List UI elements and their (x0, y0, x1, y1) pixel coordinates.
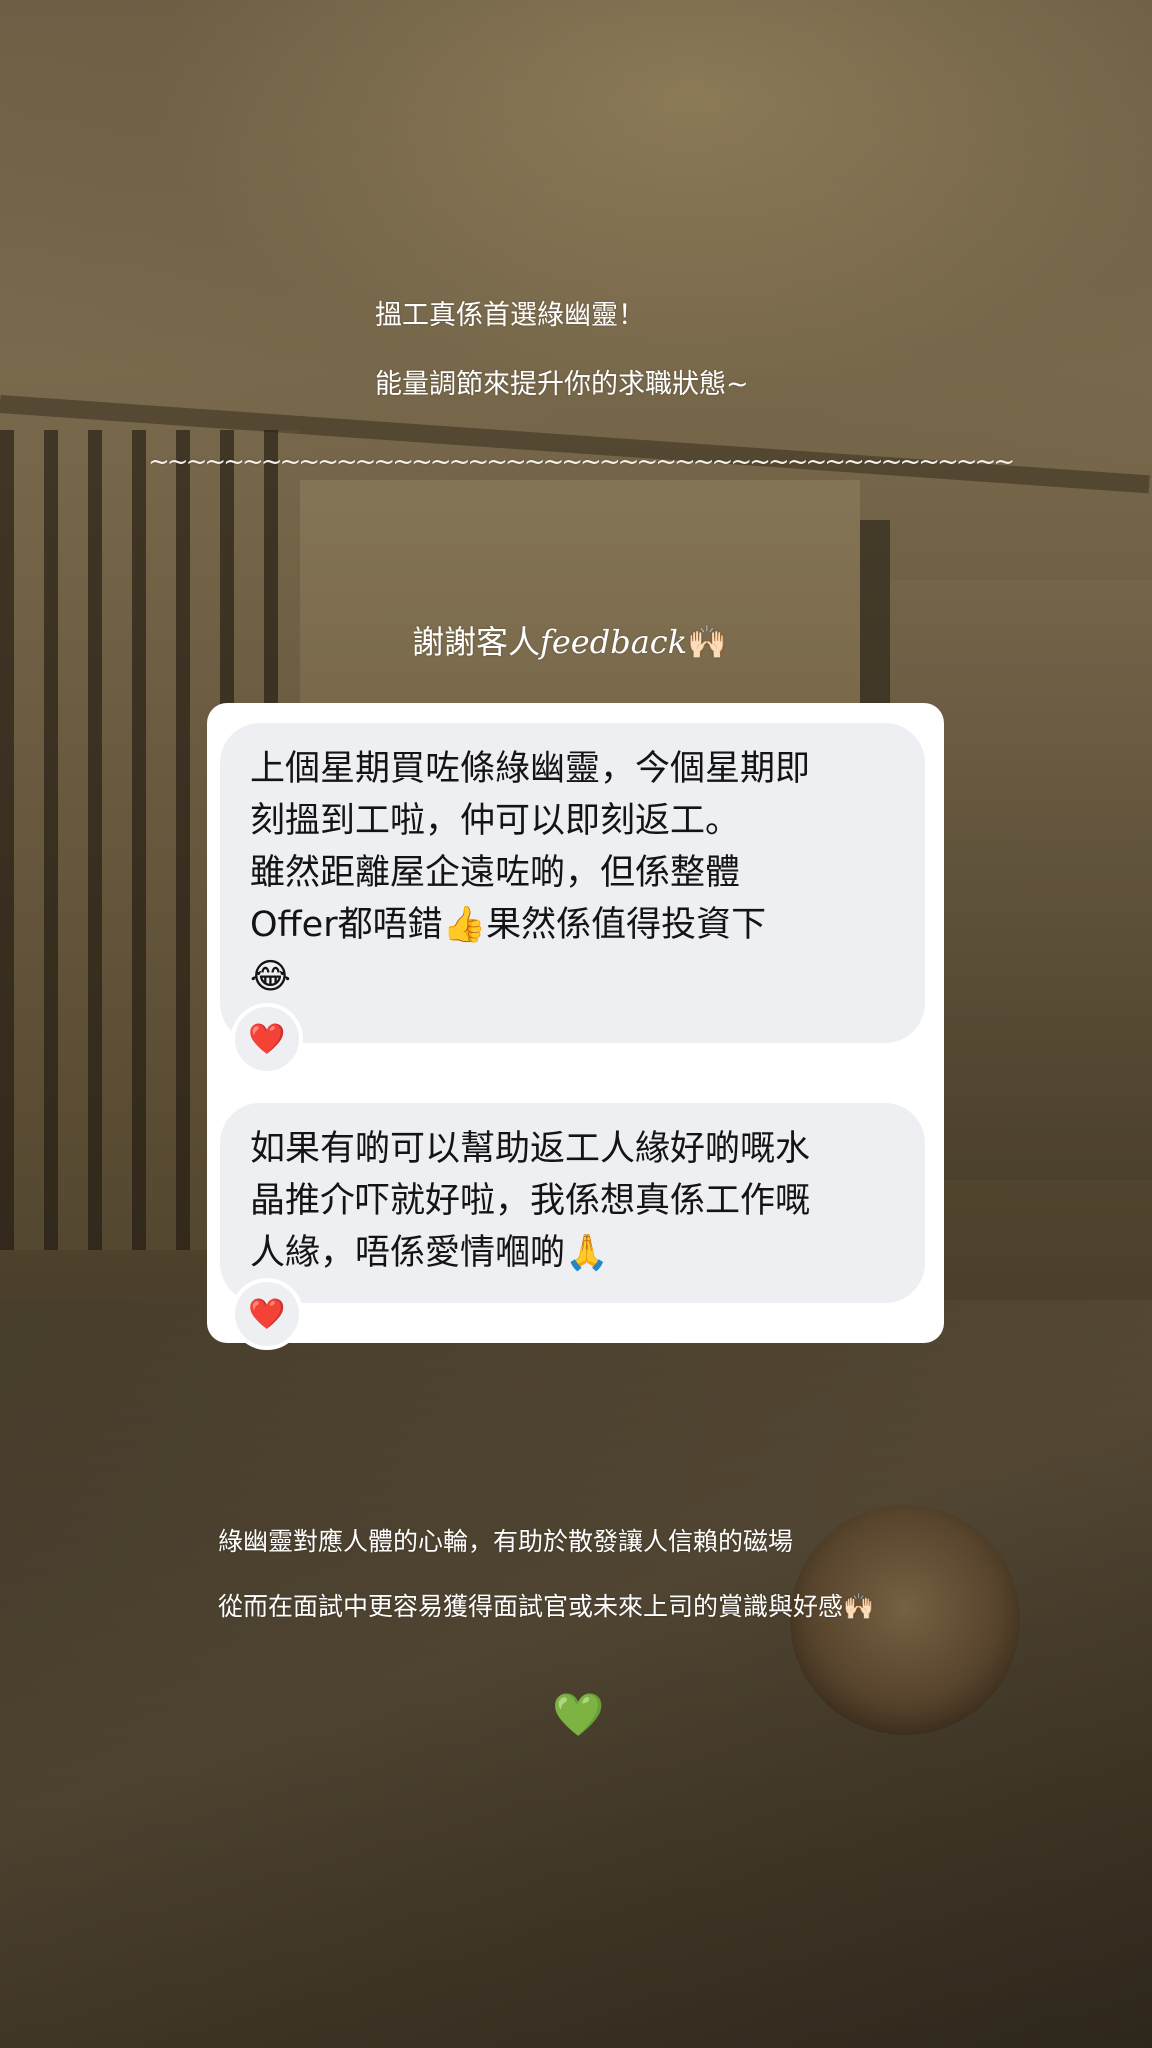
heart-reaction-icon: ❤️ (231, 1003, 303, 1075)
headline-line-1: 搵工真係首選綠幽靈！ (375, 300, 645, 331)
message-1-line: 上個星期買咗條綠幽靈，今個星期即 (250, 749, 811, 789)
thanks-heading: 謝謝客人feedback🙌🏻 (412, 617, 727, 663)
message-1-line: Offer都唔錯👍果然係值得投資下 (250, 905, 767, 945)
green-heart-icon: 💚 (552, 1690, 605, 1739)
thanks-script-word: feedback (540, 623, 688, 661)
message-bubble-2: 如果有啲可以幫助返工人緣好啲嘅水 晶推介吓就好啦，我係想真係工作嘅 人緣，唔係愛… (220, 1103, 925, 1303)
feedback-screenshot-card: 上個星期買咗條綠幽靈，今個星期即 刻搵到工啦，仲可以即刻返工。 雖然距離屋企遠咗… (207, 703, 944, 1350)
headline-line-2: 能量調節來提升你的求職狀態~ (375, 369, 749, 400)
thanks-prefix: 謝謝客人 (412, 623, 541, 661)
message-2-line: 人緣，唔係愛情嗰啲🙏 (250, 1233, 609, 1273)
message-2-line: 如果有啲可以幫助返工人緣好啲嘅水 (250, 1129, 811, 1169)
info-line-2: 從而在面試中更容易獲得面試官或未來上司的賞識與好感🙌🏻 (218, 1592, 875, 1621)
message-2-line: 晶推介吓就好啦，我係想真係工作嘅 (250, 1181, 811, 1221)
message-1-line: 刻搵到工啦，仲可以即刻返工。 (250, 801, 741, 841)
message-1-line: 雖然距離屋企遠咗啲，但係整體 (250, 853, 741, 893)
message-bubble-1: 上個星期買咗條綠幽靈，今個星期即 刻搵到工啦，仲可以即刻返工。 雖然距離屋企遠咗… (220, 723, 925, 1043)
message-1-line: 😂 (250, 957, 291, 997)
raising-hands-icon: 🙌🏻 (687, 623, 727, 661)
info-line-1: 綠幽靈對應人體的心輪，有助於散發讓人信賴的磁場 (218, 1527, 794, 1556)
story-canvas: 搵工真係首選綠幽靈！ 能量調節來提升你的求職狀態~ ~~~~~~~~~~~~~~… (0, 0, 1152, 2048)
tilde-divider: ~~~~~~~~~~~~~~~~~~~~~~~~~~~~~~~~~~~~~~~~… (148, 447, 1015, 477)
heart-reaction-icon: ❤️ (231, 1278, 303, 1350)
